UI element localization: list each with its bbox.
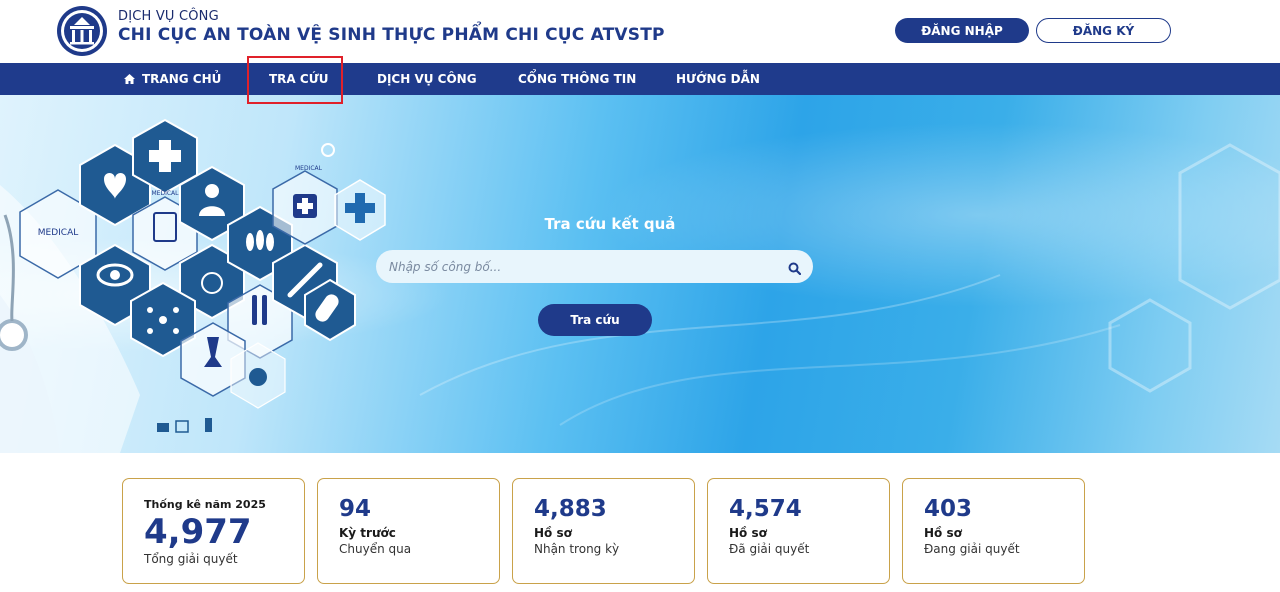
main-nav: TRANG CHỦ TRA CỨU DỊCH VỤ CÔNG CỔNG THÔN… (0, 63, 1280, 95)
nav-item-public-services[interactable]: DỊCH VỤ CÔNG (377, 63, 477, 95)
logo-emblem-icon[interactable] (55, 4, 109, 58)
nav-item-home[interactable]: TRANG CHỦ (124, 63, 221, 95)
stat-value: 4,574 (729, 496, 802, 522)
stat-sub: Đang giải quyết (924, 542, 1020, 556)
hero-banner: MEDICAL MEDICAL MEDICAL Tra cứu kết quả … (0, 95, 1280, 453)
highlight-box (247, 56, 343, 104)
stat-heading: Thống kê năm 2025 (144, 498, 266, 511)
stat-label: Hồ sơ (729, 526, 767, 540)
stat-value: 4,977 (144, 512, 252, 552)
stat-label: Hồ sơ (924, 526, 962, 540)
svg-text:MEDICAL: MEDICAL (152, 190, 180, 197)
stat-card-total: Thống kê năm 2025 4,977 Tổng giải quyết (122, 478, 305, 584)
stat-card-resolved: 4,574 Hồ sơ Đã giải quyết (707, 478, 890, 584)
home-icon (124, 74, 135, 84)
stat-value: 4,883 (534, 496, 607, 522)
login-button[interactable]: ĐĂNG NHẬP (895, 18, 1029, 43)
stat-value: 403 (924, 496, 973, 522)
lookup-button[interactable]: Tra cứu (538, 304, 652, 336)
brand-subtitle: DỊCH VỤ CÔNG (118, 9, 219, 24)
stat-sub: Tổng giải quyết (144, 552, 238, 566)
hex-label: MEDICAL (38, 228, 79, 238)
stat-sub: Nhận trong kỳ (534, 542, 620, 556)
register-button[interactable]: ĐĂNG KÝ (1036, 18, 1171, 43)
lookup-title: Tra cứu kết quả (544, 215, 676, 233)
stat-card-in-progress: 403 Hồ sơ Đang giải quyết (902, 478, 1085, 584)
nav-item-info-portal[interactable]: CỔNG THÔNG TIN (518, 63, 636, 95)
search-icon[interactable] (788, 260, 802, 279)
nav-item-guide[interactable]: HƯỚNG DẪN (676, 63, 760, 95)
stat-sub: Đã giải quyết (729, 542, 810, 556)
nav-item-label: TRANG CHỦ (142, 72, 222, 86)
site-header: DỊCH VỤ CÔNG CHI CỤC AN TOÀN VỆ SINH THỰ… (0, 0, 1280, 63)
svg-text:MEDICAL: MEDICAL (295, 165, 323, 172)
search-box (376, 250, 813, 283)
stat-card-received: 4,883 Hồ sơ Nhận trong kỳ (512, 478, 695, 584)
stat-label: Kỳ trước (339, 526, 396, 540)
search-input[interactable] (376, 250, 776, 283)
nav-item-label: DỊCH VỤ CÔNG (377, 72, 477, 86)
stat-sub: Chuyển qua (339, 542, 412, 556)
brand-title[interactable]: CHI CỤC AN TOÀN VỆ SINH THỰC PHẨM CHI CỤ… (118, 25, 665, 45)
stat-card-previous: 94 Kỳ trước Chuyển qua (317, 478, 500, 584)
nav-item-label: HƯỚNG DẪN (676, 72, 760, 86)
stat-label: Hồ sơ (534, 526, 572, 540)
stat-value: 94 (339, 496, 372, 522)
nav-item-label: CỔNG THÔNG TIN (518, 72, 637, 86)
